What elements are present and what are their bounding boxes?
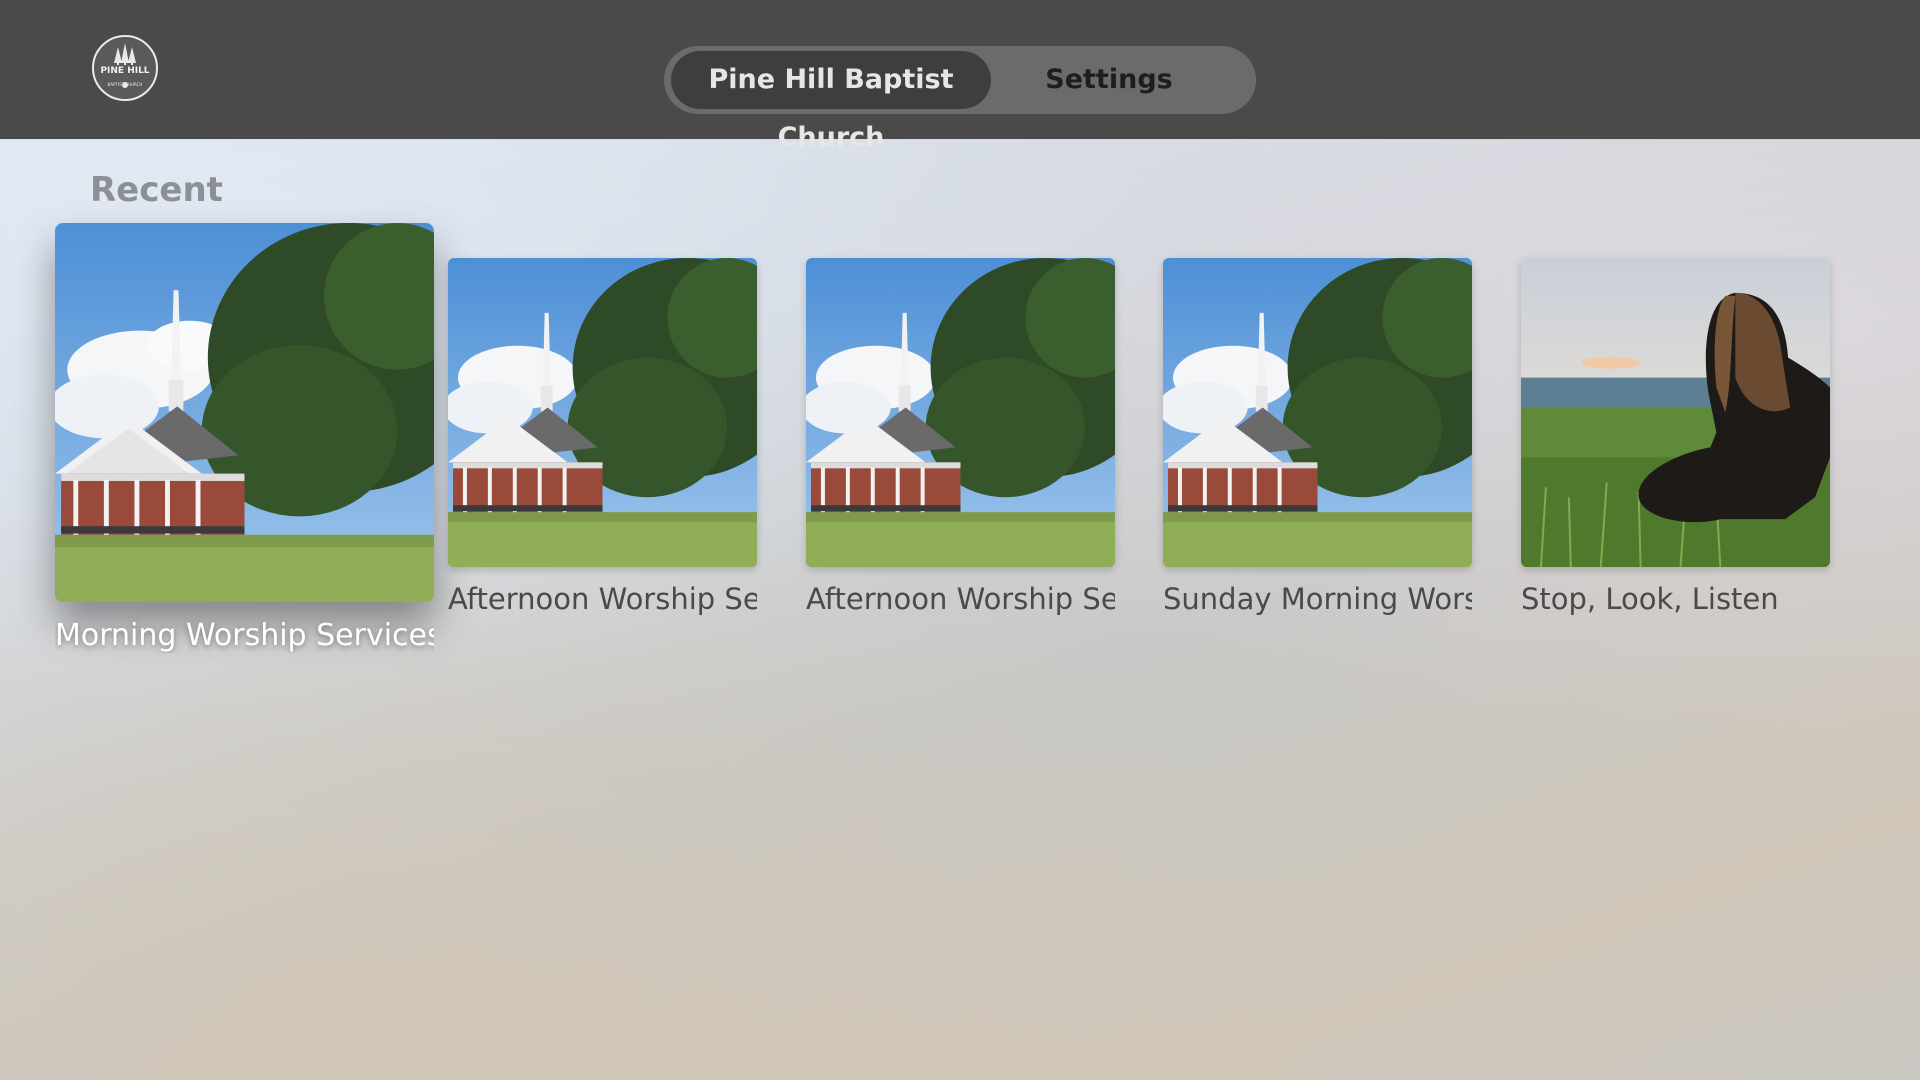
church-thumbnail (1163, 258, 1472, 567)
media-card-title: Sunday Morning Wors (1163, 582, 1472, 616)
tab-pine-hill-baptist-church[interactable]: Pine Hill Baptist Church (671, 51, 991, 153)
logo-subtext: BAPTIST CHURCH (107, 82, 143, 87)
media-card[interactable]: Stop, Look, Listen (1521, 258, 1830, 628)
tab-settings[interactable]: Settings (1009, 51, 1209, 109)
church-thumbnail (55, 223, 434, 602)
media-card-title: Afternoon Worship Ser (806, 582, 1115, 616)
media-card[interactable]: Afternoon Worship Ser (448, 258, 757, 628)
church-thumbnail (448, 258, 757, 567)
pine-hill-logo-icon: PINE HILL BAPTIST CHURCH (92, 35, 158, 101)
woman-in-field-thumbnail (1521, 258, 1830, 567)
media-card[interactable]: Sunday Morning Wors (1163, 258, 1472, 628)
media-card-title: Stop, Look, Listen (1521, 582, 1779, 616)
media-card[interactable]: Morning Worship Services - (55, 223, 434, 663)
logo-text: PINE HILL (100, 66, 150, 76)
media-card-title: Afternoon Worship Ser (448, 582, 757, 616)
media-card[interactable]: Afternoon Worship Ser (806, 258, 1115, 628)
top-navigation-bar: PINE HILL BAPTIST CHURCH Pine Hill Bapti… (0, 0, 1920, 153)
tab-bar: Pine Hill Baptist Church Settings (664, 46, 1256, 153)
media-card-title: Morning Worship Services - (55, 618, 434, 653)
section-title-recent: Recent (90, 170, 223, 210)
church-thumbnail (806, 258, 1115, 567)
